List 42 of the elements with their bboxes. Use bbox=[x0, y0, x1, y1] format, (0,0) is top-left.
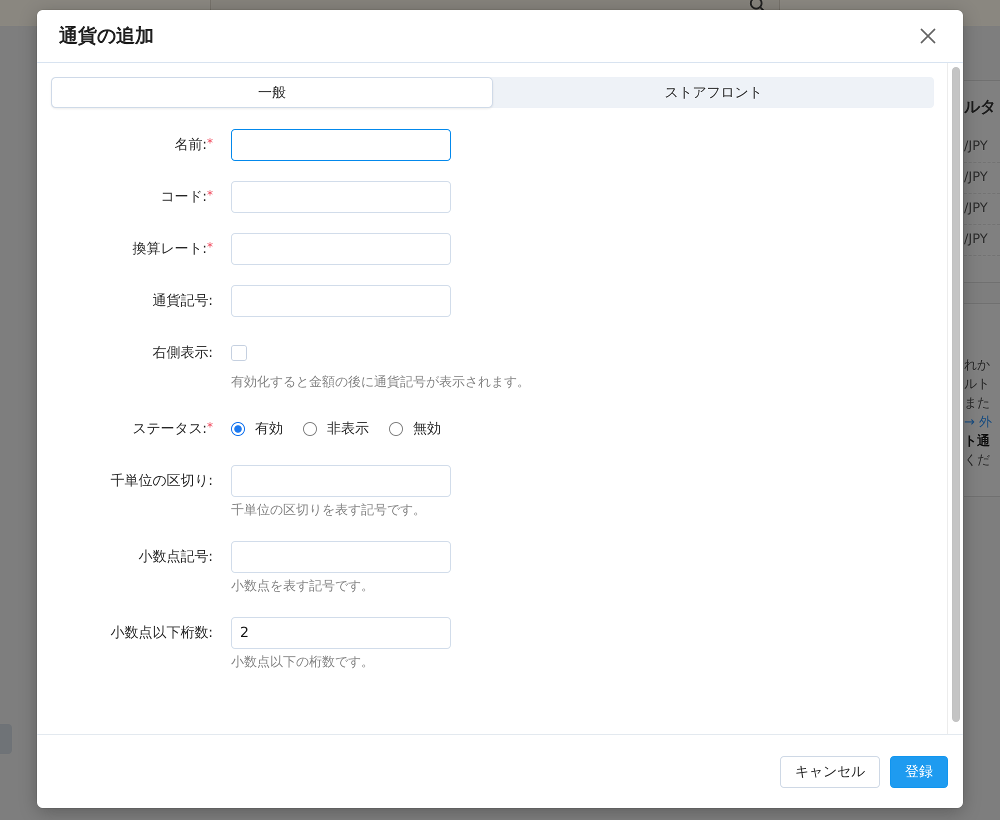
checkbox[interactable] bbox=[231, 345, 247, 361]
radio-label[interactable]: 非表示 bbox=[327, 420, 369, 438]
field-label: 通貨記号: bbox=[152, 292, 213, 310]
help-text: くだ bbox=[964, 452, 990, 470]
help-text: 小数点を表す記号です。 bbox=[231, 578, 375, 596]
help-text: 千単位の区切りを表す記号です。 bbox=[231, 502, 427, 520]
radio-button[interactable] bbox=[231, 422, 245, 436]
scrollbar-thumb[interactable] bbox=[952, 67, 960, 722]
required-mark: * bbox=[207, 188, 213, 202]
rate-label: /JPY bbox=[964, 132, 1000, 163]
field-label: 右側表示: bbox=[152, 344, 213, 362]
radio-label[interactable]: 有効 bbox=[255, 420, 283, 438]
cancel-button[interactable]: キャンセル bbox=[780, 756, 880, 788]
field-label: 小数点以下桁数: bbox=[110, 624, 213, 642]
rate-label: /JPY bbox=[964, 194, 1000, 225]
radio-button[interactable] bbox=[389, 422, 403, 436]
required-mark: * bbox=[207, 240, 213, 254]
rate-label: /JPY bbox=[964, 163, 1000, 194]
input-field[interactable] bbox=[231, 129, 451, 161]
panel-title: ルタ bbox=[964, 97, 996, 118]
field-label: 換算レート: bbox=[132, 240, 207, 258]
radio-label[interactable]: 無効 bbox=[413, 420, 441, 438]
required-mark: * bbox=[207, 420, 213, 434]
help-text: ルト bbox=[964, 376, 990, 394]
field-label: ステータス: bbox=[132, 420, 207, 438]
field-label: コード: bbox=[160, 188, 207, 206]
help-text: 小数点以下の桁数です。 bbox=[231, 654, 375, 672]
field-label: 小数点記号: bbox=[138, 548, 213, 566]
help-text: また bbox=[964, 395, 990, 413]
input-field[interactable]: 2 bbox=[231, 617, 451, 649]
tab[interactable]: 一般 bbox=[51, 77, 492, 108]
help-text: ト通 bbox=[964, 433, 990, 451]
help-text: 有効化すると金額の後に通貨記号が表示されます。 bbox=[231, 374, 530, 392]
dialog-title: 通貨の追加 bbox=[59, 24, 154, 49]
required-mark: * bbox=[207, 136, 213, 150]
tab[interactable]: ストアフロント bbox=[492, 77, 934, 108]
field-label: 千単位の区切り: bbox=[110, 472, 213, 490]
field-label: 名前: bbox=[174, 136, 207, 154]
help-text: れか bbox=[964, 357, 990, 375]
rate-label: /JPY bbox=[964, 225, 1000, 256]
radio-button[interactable] bbox=[303, 422, 317, 436]
close-icon[interactable] bbox=[919, 27, 937, 45]
